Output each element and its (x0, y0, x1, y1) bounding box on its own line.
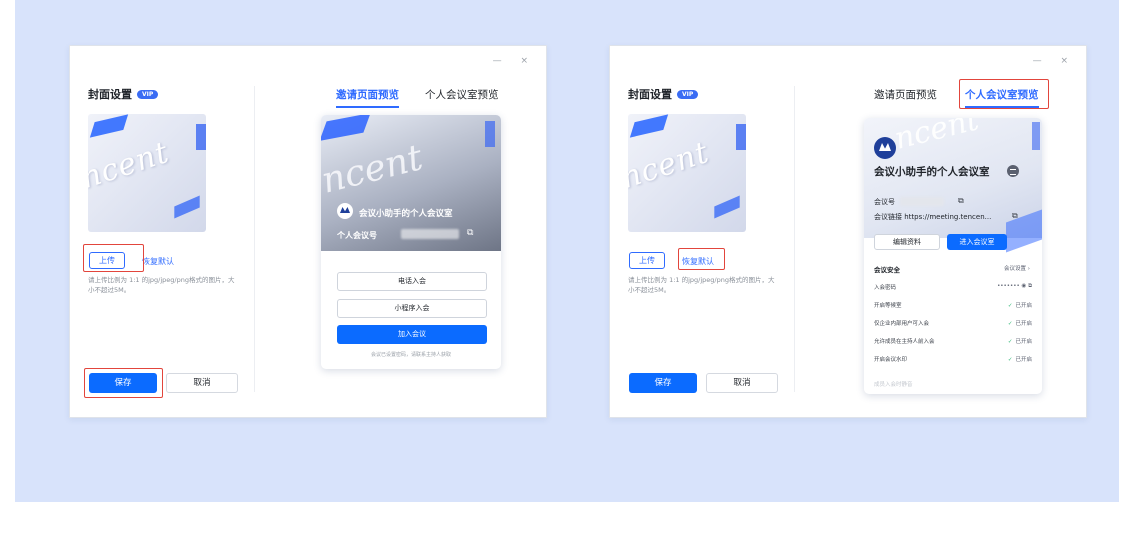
invite-meeting-id-label: 个人会议号 (337, 231, 377, 240)
security-item-value-text: 已开启 (1015, 357, 1032, 363)
decor-block (321, 115, 371, 141)
window-controls[interactable]: — × (1033, 56, 1076, 66)
decor-block (174, 195, 200, 219)
room-preview-card: ncent 会议小助手的个人会议室 会议号 ⧉ 会议链接 https://mee… (864, 118, 1042, 394)
security-item-value-text: 已开启 (1015, 303, 1032, 309)
enter-room-button[interactable]: 进入会议室 (947, 234, 1007, 250)
check-icon: ✓ (1007, 357, 1013, 363)
meeting-link-label: 会议链接 (874, 213, 902, 221)
invite-footer-note: 会议已设置密码，请联系主持人获取 (370, 352, 451, 358)
security-title: 会议安全 (874, 266, 900, 274)
cancel-button[interactable]: 取消 (706, 373, 778, 393)
meeting-logo-icon (337, 203, 353, 219)
security-item-value-text: 已开启 (1015, 321, 1032, 327)
panel-title-text: 封面设置 (628, 88, 672, 101)
decor-block (485, 121, 495, 147)
security-item-value: ✓ 已开启 (1008, 319, 1032, 327)
card-icon (1007, 165, 1019, 177)
panel-title-text: 封面设置 (88, 88, 132, 101)
check-icon: ✓ (1007, 321, 1013, 327)
miniprogram-join-button[interactable]: 小程序入会 (337, 299, 487, 318)
security-item: 允许成员在主持人前入会 ✓ 已开启 (874, 337, 1032, 346)
join-meeting-button[interactable]: 加入会议 (337, 325, 487, 344)
room-cover-text: ncent (891, 118, 983, 157)
highlight-room-tab (959, 79, 1049, 109)
panel-title: 封面设置 VIP (88, 86, 159, 102)
cover-settings-panel: 封面设置 VIP ncent 上传 恢复默认 请上传比例为 1:1 的jpg/jp… (70, 46, 254, 417)
invite-cover-text: ncent (321, 137, 427, 202)
copy-icon[interactable]: ⧉ (467, 228, 473, 238)
security-item-faded: 成员入会时静音 (874, 382, 913, 388)
decor-block (196, 124, 206, 150)
security-item-label: 入会密码 (874, 285, 897, 291)
tab-invite-preview[interactable]: 邀请页面预览 (874, 87, 937, 102)
security-item-value-text: ••••••• ◉ ⧉ (997, 283, 1032, 289)
meeting-id-blurred (401, 229, 459, 239)
divider (254, 86, 255, 392)
tab-room-preview[interactable]: 个人会议室预览 (425, 87, 499, 102)
decor-block (714, 195, 740, 219)
security-item-value-text: 已开启 (1015, 339, 1032, 345)
security-item-label: 开启等候室 (874, 303, 902, 309)
invite-preview-card: ncent 会议小助手的个人会议室 个人会议号 ⧉ 电话入会 小程序入会 加入会… (321, 115, 501, 369)
check-icon: ✓ (1007, 339, 1013, 345)
cover-settings-window-room: — × 封面设置 VIP ncent 上传 恢复默认 请上传比例为 1:1 的jp… (609, 45, 1087, 418)
meeting-id-blurred (900, 197, 944, 206)
cover-thumbnail: ncent (628, 114, 746, 232)
save-button[interactable]: 保存 (629, 373, 697, 393)
room-name: 会议小助手的个人会议室 (874, 166, 990, 178)
cancel-button[interactable]: 取消 (166, 373, 238, 393)
security-item: 仅企业内部用户可入会 ✓ 已开启 (874, 319, 1032, 328)
security-item-value: ••••••• ◉ ⧉ (997, 283, 1032, 290)
security-item-label: 开启会议水印 (874, 357, 908, 363)
upload-hint: 请上传比例为 1:1 的jpg/jpeg/png格式的图片，大小不超过5M。 (88, 276, 235, 294)
security-item: 开启等候室 ✓ 已开启 (874, 301, 1032, 310)
panel-title: 封面设置 VIP (628, 86, 699, 102)
meeting-logo-icon (874, 137, 896, 159)
window-controls[interactable]: — × (493, 56, 536, 66)
vip-badge: VIP (677, 90, 699, 99)
tab-invite-preview[interactable]: 邀请页面预览 (336, 87, 399, 108)
meeting-link-row: 会议链接 https://meeting.tencen... (874, 212, 991, 222)
divider (794, 86, 795, 392)
security-item: 入会密码 ••••••• ◉ ⧉ (874, 283, 1032, 292)
meeting-link-value: https://meeting.tencen... (904, 213, 992, 221)
invite-room-name: 会议小助手的个人会议室 (359, 209, 453, 219)
meeting-id-label: 会议号 (874, 198, 895, 206)
copy-icon[interactable]: ⧉ (1012, 211, 1018, 221)
edit-profile-button[interactable]: 编辑资料 (874, 234, 940, 250)
stage: — × 封面设置 VIP ncent 上传 恢复默认 请上传比例为 1:1 的jp… (0, 0, 1133, 544)
cover-thumbnail: ncent (88, 114, 206, 232)
cover-settings-panel: 封面设置 VIP ncent 上传 恢复默认 请上传比例为 1:1 的jpg/jp… (610, 46, 794, 417)
decor-block (736, 124, 746, 150)
security-item-value: ✓ 已开启 (1008, 337, 1032, 345)
upload-hint: 请上传比例为 1:1 的jpg/jpeg/png格式的图片，大小不超过5M。 (628, 276, 775, 294)
copy-icon[interactable]: ⧉ (958, 196, 964, 206)
highlight-restore (678, 248, 725, 270)
decor-block (629, 114, 669, 138)
security-item-value: ✓ 已开启 (1008, 355, 1032, 363)
restore-default-link[interactable]: 恢复默认 (142, 256, 174, 267)
cover-settings-window-invite: — × 封面设置 VIP ncent 上传 恢复默认 请上传比例为 1:1 的jp… (69, 45, 547, 418)
highlight-upload (83, 244, 144, 272)
security-item-label: 仅企业内部用户可入会 (874, 321, 930, 327)
check-icon: ✓ (1007, 303, 1013, 309)
security-item-value: ✓ 已开启 (1008, 301, 1032, 309)
phone-join-button[interactable]: 电话入会 (337, 272, 487, 291)
highlight-save (84, 368, 163, 398)
decor-block (89, 114, 129, 138)
meeting-settings-link[interactable]: 会议设置 › (1004, 264, 1030, 272)
security-item-label: 允许成员在主持人前入会 (874, 339, 935, 345)
security-item: 开启会议水印 ✓ 已开启 (874, 355, 1032, 364)
upload-button[interactable]: 上传 (629, 252, 665, 269)
decor-block (1032, 122, 1040, 150)
vip-badge: VIP (137, 90, 159, 99)
cover-thumbnail-text: ncent (628, 134, 714, 197)
cover-thumbnail-text: ncent (88, 134, 174, 197)
